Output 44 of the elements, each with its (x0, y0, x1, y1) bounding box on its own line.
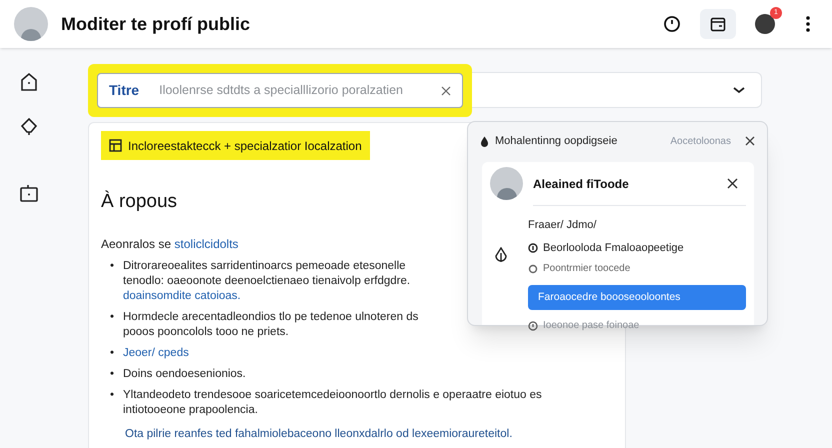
bullet-text: Doins oendoesenionios. (123, 368, 246, 380)
popup-title: Mohalentinng oopdigseie (495, 134, 618, 149)
dropdown-field[interactable] (472, 72, 762, 108)
subheading-link[interactable]: stoliclcidolts (174, 236, 238, 250)
grid-icon (109, 139, 122, 152)
bullet-marker: • (108, 310, 116, 324)
profile-avatar (490, 167, 523, 200)
leaf-icon (493, 247, 509, 263)
primary-button[interactable]: Faroaocedre boooseooloontes (528, 285, 746, 310)
close-icon[interactable] (745, 136, 755, 146)
search-field[interactable]: Titre Iloolenrse sdtdts a specialllizorio poralzatien (97, 73, 463, 108)
calendar-icon[interactable] (700, 9, 736, 39)
box-icon[interactable] (19, 183, 39, 203)
footer-link[interactable]: Ota pilrie reanfes ted fahalmiolebaceono lleonxdalrlo od lexeemioraureteitol. (125, 426, 613, 443)
subheading: Aeonralos se stoliclcidolts (101, 236, 238, 252)
bullet-marker: • (108, 346, 116, 360)
drop-icon (480, 136, 489, 146)
close-icon[interactable] (727, 178, 738, 189)
bullet-marker: • (108, 388, 116, 402)
avatar[interactable] (14, 7, 48, 41)
bullet-text: Hormdecle arecentadleondios tlo pe tedenoe ulnoteren ds pooos pooncolols tooo ne priets. (123, 310, 418, 338)
detail-text: Beorlooloda Fmaloaopeetige (543, 240, 684, 256)
home-icon[interactable] (19, 72, 39, 92)
bullet-marker: • (108, 258, 116, 274)
dot-icon (528, 264, 538, 274)
shape-icon[interactable] (19, 117, 39, 137)
inline-link[interactable]: doainsomdite catoioas. (123, 290, 241, 302)
bullet-marker: • (108, 366, 116, 382)
bullet-text: Yltandeodeto trendesooe soaricetemcedeioonoortlo dernolis e operaatre eiotuo es intiotooeone prapoolencia. (123, 388, 542, 416)
profile-name: Aleained fiToode (533, 176, 629, 192)
user-avatar[interactable] (755, 14, 775, 34)
field-label: Titre (109, 81, 140, 100)
chip-text: Incloreestaktecck + specialzatior Iocalzation (128, 138, 362, 154)
secondary-text: Poontrmier toocede (543, 262, 630, 276)
section-heading: À ropous (101, 190, 178, 214)
inline-link[interactable]: Jeoer/ cpeds (123, 346, 189, 358)
search-input[interactable]: Iloolenrse sdtdts a specialllizorio poralzatien (159, 81, 441, 100)
note-text: Ioeonoe pase foinoae (543, 319, 640, 333)
chevron-down-icon[interactable] (733, 86, 745, 94)
bullet-text: Ditrorareoealites sarridentinoarcs pemeoade etesonelle tenodlo: oaeoonote deenoelctienaeo tienaivolp erfdgdre. doainsomdite catoioas. (123, 260, 410, 302)
clear-icon[interactable] (441, 86, 451, 96)
section-label: Fraaer/ Jdmo/ (528, 218, 598, 233)
page-title: Moditer te profí public (61, 12, 250, 36)
info-icon (528, 242, 538, 253)
